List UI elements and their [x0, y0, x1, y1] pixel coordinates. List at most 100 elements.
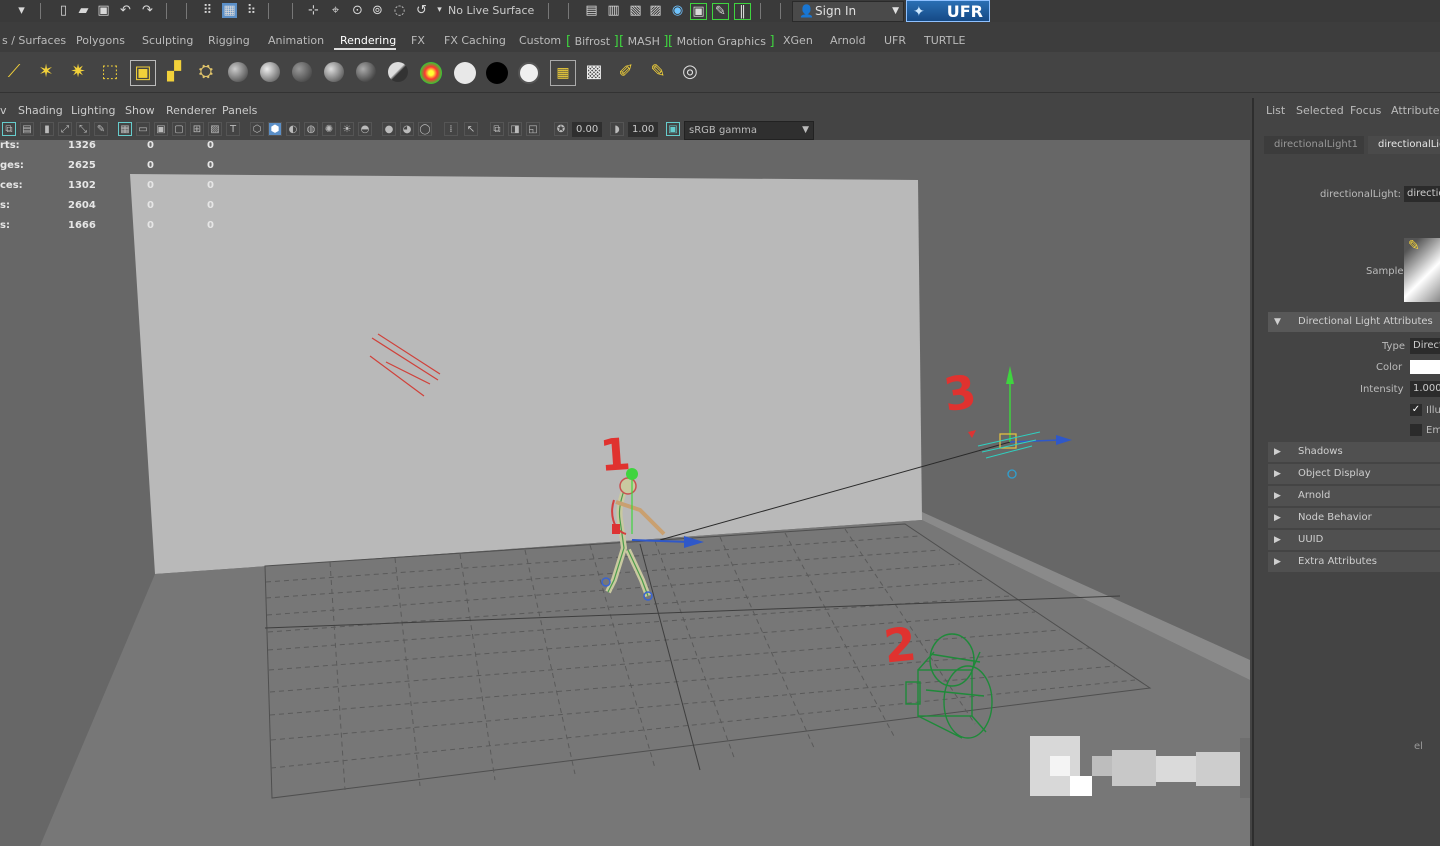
batch-render-icon[interactable]: ▩ — [582, 60, 606, 84]
shelf-tab-xgen[interactable]: XGen — [783, 34, 813, 47]
lock-camera-icon[interactable]: ▤ — [20, 122, 34, 136]
wireframe-on-shaded-icon[interactable]: ◐ — [286, 122, 300, 136]
shelf-tab-custom[interactable]: Custom — [519, 34, 561, 47]
snap-view-icon[interactable]: ⊚ — [370, 3, 385, 18]
render-sequence-icon[interactable]: ▦ — [550, 60, 576, 86]
sign-in-button[interactable]: 👤 Sign In ▼ — [792, 1, 904, 22]
open-scene-icon[interactable]: ▰ — [76, 3, 91, 18]
menu-view[interactable]: v — [0, 104, 7, 117]
shelf-tab-ufr[interactable]: UFR — [884, 34, 906, 47]
shelf-tab-motion-graphics[interactable]: [ Motion Graphics ] — [668, 34, 775, 49]
surface-shader-white-icon[interactable] — [454, 62, 476, 84]
standard-surface-icon[interactable] — [228, 62, 248, 82]
select-camera-icon[interactable]: ⧉ — [2, 122, 16, 136]
light-editor-icon[interactable]: ✎ — [712, 3, 729, 20]
select-hierarchy-icon[interactable]: ⠿ — [200, 3, 215, 18]
shelf-tab-fx[interactable]: FX — [411, 34, 425, 47]
motion-blur-icon[interactable]: ● — [382, 122, 396, 136]
screen-space-ao-icon[interactable]: ◓ — [358, 122, 372, 136]
color-swatch[interactable] — [1410, 360, 1440, 374]
shelf-tab-surfaces[interactable]: s / Surfaces — [2, 34, 66, 47]
use-all-lights-icon[interactable]: ✺ — [322, 122, 336, 136]
select-object-icon[interactable]: ▦ — [222, 3, 237, 18]
blinn-icon[interactable] — [260, 62, 280, 82]
2d-pan-icon[interactable]: ⤡ — [76, 122, 90, 136]
shelf-tab-rigging[interactable]: Rigging — [208, 34, 250, 47]
ae-menu-attributes[interactable]: Attributes — [1391, 104, 1440, 117]
xray-joints-icon[interactable]: ⧉ — [490, 122, 504, 136]
wireframe-icon[interactable]: ⬡ — [250, 122, 264, 136]
section-directional-light-attributes[interactable]: ▼ Directional Light Attributes — [1268, 312, 1440, 332]
anti-aliasing-icon[interactable]: ◕ — [400, 122, 414, 136]
intensity-input[interactable]: 1.000 — [1410, 381, 1440, 397]
camera-aim-icon[interactable]: ⛭ — [194, 60, 218, 84]
gate-mask-icon[interactable]: ▢ — [172, 122, 186, 136]
grid-toggle-icon[interactable]: ▦ — [118, 122, 132, 136]
isolate-select-icon[interactable]: ⁞ — [444, 122, 458, 136]
shelf-tab-mash[interactable]: [ MASH ] — [619, 34, 668, 49]
snap-surface-icon[interactable]: ◌ — [392, 3, 407, 18]
shelf-tab-turtle[interactable]: TURTLE — [924, 34, 965, 47]
exposure-icon[interactable]: ✪ — [554, 122, 568, 136]
resolution-icon[interactable]: ◱ — [526, 122, 540, 136]
type-dropdown[interactable]: Direct — [1410, 338, 1440, 354]
volume-light-icon[interactable]: ▣ — [130, 60, 156, 86]
shelf-tab-fx-caching[interactable]: FX Caching — [444, 34, 506, 47]
phong-icon[interactable] — [324, 62, 344, 82]
ae-menu-focus[interactable]: Focus — [1350, 104, 1381, 117]
render-layer-icon[interactable]: ✎ — [646, 60, 670, 84]
ufr-plugin-badge[interactable]: ✦ UFR — [906, 0, 990, 22]
section-arnold[interactable]: ▶ Arnold — [1268, 486, 1440, 506]
snap-point-icon[interactable]: ⊙ — [350, 3, 365, 18]
anisotropic-icon[interactable] — [388, 62, 408, 82]
snap-options-icon[interactable]: ▾ — [432, 3, 447, 18]
undo-icon[interactable]: ↶ — [118, 3, 133, 18]
exposure-field[interactable]: 0.00 — [572, 122, 603, 137]
section-uuid[interactable]: ▶ UUID — [1268, 530, 1440, 550]
new-scene-icon[interactable]: ▯ — [56, 3, 71, 18]
surface-shader-black-icon[interactable] — [486, 62, 508, 84]
spot-light-icon[interactable]: ✷ — [66, 60, 90, 84]
shelf-tab-bifrost[interactable]: [ Bifrost ] — [566, 34, 619, 49]
image-plane-icon[interactable]: ⤢ — [58, 122, 72, 136]
film-gate-icon[interactable]: ▭ — [136, 122, 150, 136]
render-view-icon[interactable]: ▤ — [584, 3, 599, 18]
ipr-render-icon[interactable]: ▧ — [628, 3, 643, 18]
menu-renderer[interactable]: Renderer — [166, 104, 216, 117]
emit-checkbox[interactable] — [1410, 424, 1422, 436]
render-current-icon[interactable]: ▥ — [606, 3, 621, 18]
ae-menu-selected[interactable]: Selected — [1296, 104, 1344, 117]
section-shadows[interactable]: ▶ Shadows — [1268, 442, 1440, 462]
snap-live-icon[interactable]: ↺ — [414, 3, 429, 18]
grease-pencil-icon[interactable]: ✎ — [94, 122, 108, 136]
bookmark-icon[interactable]: ▮ — [40, 122, 54, 136]
section-object-display[interactable]: ▶ Object Display — [1268, 464, 1440, 484]
xray-components-icon[interactable]: ◨ — [508, 122, 522, 136]
3d-viewport[interactable]: rts: 1326 0 0 ges: 2625 0 0 ces: 1302 0 … — [0, 140, 1250, 846]
shelf-tab-polygons[interactable]: Polygons — [76, 34, 125, 47]
gamma-field[interactable]: 1.00 — [628, 122, 659, 137]
pause-viewport-icon[interactable]: ‖ — [734, 3, 751, 20]
ambient-light-icon[interactable]: ▞ — [162, 60, 186, 84]
section-node-behavior[interactable]: ▶ Node Behavior — [1268, 508, 1440, 528]
render-target-icon[interactable]: ◎ — [678, 60, 702, 84]
menu-panels[interactable]: Panels — [222, 104, 257, 117]
menu-lighting[interactable]: Lighting — [71, 104, 115, 117]
smooth-shade-icon[interactable]: ⬢ — [268, 122, 282, 136]
render-setup-icon[interactable]: ▣ — [690, 3, 707, 20]
shelf-tab-arnold[interactable]: Arnold — [830, 34, 866, 47]
hypershade-icon[interactable]: ◉ — [670, 3, 685, 18]
node-tab-shape[interactable]: directionalLig — [1368, 136, 1440, 154]
live-surface-field[interactable]: No Live Surface — [448, 3, 544, 19]
xray-icon[interactable]: ↖ — [464, 122, 478, 136]
shelf-tab-animation[interactable]: Animation — [268, 34, 324, 47]
color-management-icon[interactable]: ▣ — [666, 122, 680, 136]
illuminates-checkbox[interactable]: ✓ — [1410, 404, 1422, 416]
menu-shading[interactable]: Shading — [18, 104, 63, 117]
menu-show[interactable]: Show — [125, 104, 155, 117]
directional-light-icon[interactable]: ⬚ — [98, 60, 122, 84]
select-component-icon[interactable]: ⠷ — [244, 3, 259, 18]
textured-icon[interactable]: ◍ — [304, 122, 318, 136]
section-extra-attributes[interactable]: ▶ Extra Attributes — [1268, 552, 1440, 572]
render-settings-icon[interactable]: ▨ — [648, 3, 663, 18]
